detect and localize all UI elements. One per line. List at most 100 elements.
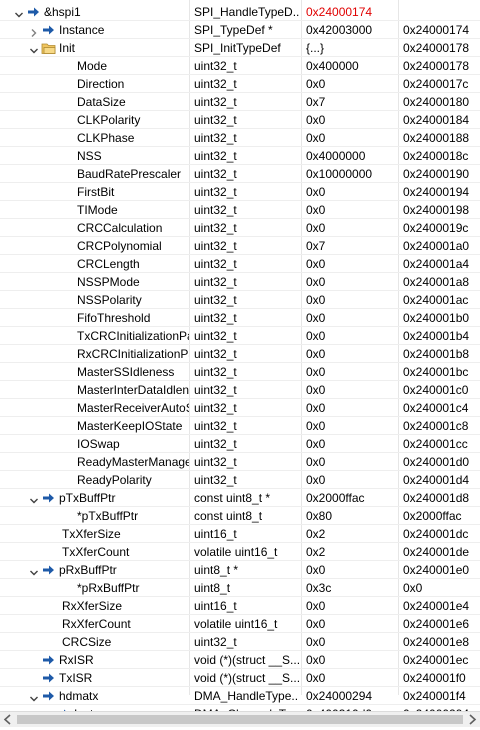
variable-value[interactable]: 0x2 <box>306 543 397 561</box>
variable-value[interactable]: 0x0 <box>306 183 397 201</box>
scrollbar-thumb[interactable] <box>17 715 463 724</box>
variable-value[interactable]: 0x0 <box>306 651 397 669</box>
variable-value[interactable]: 0x0 <box>306 417 397 435</box>
variable-type: volatile uint16_t <box>194 545 278 559</box>
variable-value[interactable]: 0x2000ffac <box>306 489 397 507</box>
variable-value[interactable]: 0x80 <box>306 507 397 525</box>
tree-row[interactable]: CLKPolarity uint32_t 0x0 0x24000184 <box>0 111 480 129</box>
variable-value[interactable]: 0x0 <box>306 201 397 219</box>
tree-row[interactable]: Direction uint32_t 0x0 0x2400017c <box>0 75 480 93</box>
tree-row[interactable]: CLKPhase uint32_t 0x0 0x24000188 <box>0 129 480 147</box>
tree-row[interactable]: MasterInterDataIdlen uint32_t 0x0 0x240001c… <box>0 381 480 399</box>
variable-value[interactable]: 0x0 <box>306 345 397 363</box>
variable-value[interactable]: 0x0 <box>306 327 397 345</box>
chevron-down-icon[interactable] <box>29 565 39 576</box>
tree-row[interactable]: MasterKeepIOState uint32_t 0x0 0x240001c8 <box>0 417 480 435</box>
tree-row[interactable]: ReadyMasterManage uint32_t 0x0 0x240001d0 <box>0 453 480 471</box>
variable-value[interactable]: {...} <box>306 39 397 57</box>
tree-row[interactable]: pTxBuffPtr const uint8_t * 0x2000ffac 0x240… <box>0 489 480 507</box>
tree-row[interactable]: CRCSize uint32_t 0x0 0x240001e8 <box>0 633 480 651</box>
horizontal-scrollbar[interactable] <box>0 711 480 727</box>
variable-value[interactable]: 0x0 <box>306 219 397 237</box>
variable-value[interactable]: 0x7 <box>306 93 397 111</box>
tree-row[interactable]: RxXferSize uint16_t 0x0 0x240001e4 <box>0 597 480 615</box>
variable-value[interactable]: 0x24000174 <box>306 3 397 21</box>
variable-value[interactable]: 0x0 <box>306 597 397 615</box>
variable-value[interactable]: 0x42003000 <box>306 21 397 39</box>
tree-row[interactable]: Instance SPI_TypeDef * 0x42003000 0x2400017… <box>0 21 480 39</box>
variable-value[interactable]: 0x0 <box>306 129 397 147</box>
tree-row[interactable]: CRCPolynomial uint32_t 0x7 0x240001a0 <box>0 237 480 255</box>
variable-address: 0x24000198 <box>403 203 470 217</box>
tree-row[interactable]: TxXferSize uint16_t 0x2 0x240001dc <box>0 525 480 543</box>
variables-tree[interactable]: &hspi1 SPI_HandleTypeD... 0x24000174 Instan… <box>0 0 480 711</box>
variable-value[interactable]: 0x0 <box>306 471 397 489</box>
variable-type: uint32_t <box>194 167 237 181</box>
variable-value[interactable]: 0x0 <box>306 435 397 453</box>
tree-row[interactable]: FirstBit uint32_t 0x0 0x24000194 <box>0 183 480 201</box>
variable-value[interactable]: 0x0 <box>306 453 397 471</box>
variable-value[interactable]: 0x0 <box>306 669 397 687</box>
variable-value[interactable]: 0x2 <box>306 525 397 543</box>
tree-row[interactable]: TIMode uint32_t 0x0 0x24000198 <box>0 201 480 219</box>
tree-row[interactable]: DataSize uint32_t 0x7 0x24000180 <box>0 93 480 111</box>
variable-name: Mode <box>77 59 108 73</box>
variable-value[interactable]: 0x24000294 <box>306 687 397 705</box>
tree-row[interactable]: MasterSSIdleness uint32_t 0x0 0x240001bc <box>0 363 480 381</box>
pointer-icon <box>41 671 57 685</box>
tree-row[interactable]: hdmatx DMA_HandleType... 0x24000294 0x24000… <box>0 687 480 705</box>
variable-value[interactable]: 0x0 <box>306 615 397 633</box>
tree-row[interactable]: RxISR void (*)(struct __S... 0x0 0x240001ec <box>0 651 480 669</box>
tree-row[interactable]: NSS uint32_t 0x4000000 0x2400018c <box>0 147 480 165</box>
tree-row[interactable]: ReadyPolarity uint32_t 0x0 0x240001d4 <box>0 471 480 489</box>
tree-row[interactable]: IOSwap uint32_t 0x0 0x240001cc <box>0 435 480 453</box>
scroll-left-icon[interactable] <box>0 712 16 727</box>
variable-value[interactable]: 0x0 <box>306 111 397 129</box>
variable-name-cell: TIMode <box>0 201 189 219</box>
variable-value[interactable]: 0x10000000 <box>306 165 397 183</box>
variable-value[interactable]: 0x0 <box>306 273 397 291</box>
tree-row[interactable]: Init SPI_InitTypeDef {...} 0x24000178 <box>0 39 480 57</box>
variable-address: 0x240001ac <box>403 293 469 307</box>
tree-row[interactable]: &hspi1 SPI_HandleTypeD... 0x24000174 <box>0 3 480 21</box>
variable-value[interactable]: 0x0 <box>306 363 397 381</box>
tree-row[interactable]: TxXferCount volatile uint16_t 0x2 0x240001d… <box>0 543 480 561</box>
variable-value[interactable]: 0x0 <box>306 561 397 579</box>
tree-row[interactable]: TxISR void (*)(struct __S... 0x0 0x240001f0 <box>0 669 480 687</box>
variable-value[interactable]: 0x7 <box>306 237 397 255</box>
variable-icon <box>56 257 72 271</box>
tree-row[interactable]: pRxBuffPtr uint8_t * 0x0 0x240001e0 <box>0 561 480 579</box>
tree-row[interactable]: FifoThreshold uint32_t 0x0 0x240001b0 <box>0 309 480 327</box>
variable-value[interactable]: 0x0 <box>306 291 397 309</box>
variable-value[interactable]: 0x0 <box>306 381 397 399</box>
variable-value[interactable]: 0x0 <box>306 633 397 651</box>
tree-row[interactable]: NSSPMode uint32_t 0x0 0x240001a8 <box>0 273 480 291</box>
variable-name: *pRxBuffPtr <box>77 581 140 595</box>
variable-value[interactable]: 0x0 <box>306 309 397 327</box>
chevron-down-icon[interactable] <box>29 493 39 504</box>
variable-value[interactable]: 0x0 <box>306 399 397 417</box>
tree-row[interactable]: TxCRCInitializationPa uint32_t 0x0 0x240001… <box>0 327 480 345</box>
variable-icon <box>56 59 72 73</box>
variable-value[interactable]: 0x4000000 <box>306 147 397 165</box>
scroll-right-icon[interactable] <box>464 712 480 727</box>
chevron-down-icon[interactable] <box>14 7 24 18</box>
tree-row[interactable]: Mode uint32_t 0x400000 0x24000178 <box>0 57 480 75</box>
variable-value[interactable]: 0x3c <box>306 579 397 597</box>
tree-row[interactable]: RxXferCount volatile uint16_t 0x0 0x240001e… <box>0 615 480 633</box>
tree-row[interactable]: CRCLength uint32_t 0x0 0x240001a4 <box>0 255 480 273</box>
tree-row[interactable]: MasterReceiverAutoS uint32_t 0x0 0x240001c4 <box>0 399 480 417</box>
chevron-right-icon[interactable] <box>29 25 39 37</box>
variable-value[interactable]: 0x0 <box>306 255 397 273</box>
tree-row[interactable]: CRCCalculation uint32_t 0x0 0x2400019c <box>0 219 480 237</box>
variable-value[interactable]: 0x0 <box>306 75 397 93</box>
variable-value[interactable]: 0x400000 <box>306 57 397 75</box>
variable-name: &hspi1 <box>44 5 81 19</box>
tree-row[interactable]: *pTxBuffPtr const uint8_t 0x80 0x2000ffac <box>0 507 480 525</box>
tree-row[interactable]: RxCRCInitializationPa uint32_t 0x0 0x240001… <box>0 345 480 363</box>
tree-row[interactable]: NSSPolarity uint32_t 0x0 0x240001ac <box>0 291 480 309</box>
chevron-down-icon[interactable] <box>29 691 39 702</box>
chevron-down-icon[interactable] <box>29 43 39 54</box>
tree-row[interactable]: BaudRatePrescaler uint32_t 0x10000000 0x240… <box>0 165 480 183</box>
tree-row[interactable]: *pRxBuffPtr uint8_t 0x3c 0x0 <box>0 579 480 597</box>
